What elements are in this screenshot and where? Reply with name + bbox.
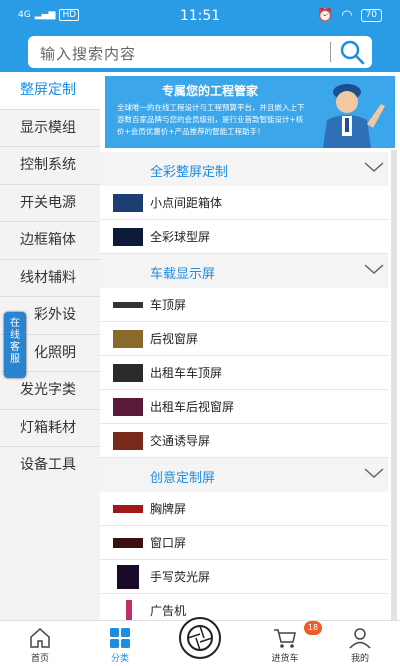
item-label: 窗口屏 [150,536,187,550]
tab-label: 首页 [30,654,49,664]
tab-category[interactable]: 分类 [90,621,150,666]
product-thumbnail [113,432,143,450]
chevron-down-icon[interactable] [364,466,384,480]
camera-scan-icon[interactable] [170,616,230,660]
scrollbar[interactable] [391,150,397,620]
app-root: 4G ▂▄▆ HD 11:51 ⏰ ◠ 70 输入搜索内容 整屏定制 显示模组 … [0,0,400,666]
section-title: 车载显示屏 [150,267,216,282]
product-thumbnail [113,538,143,548]
search-input[interactable]: 输入搜索内容 [28,36,372,68]
category-grid-icon [110,628,130,648]
sidebar-item-label: 边框箱体 [20,232,76,248]
alarm-icon: ⏰ [317,8,334,23]
product-thumbnail [113,302,143,308]
sidebar-item-label: 显示模组 [20,119,76,136]
sidebar-item-lightbox[interactable]: 灯箱耗材 [0,410,100,447]
item-label: 车顶屏 [150,298,187,312]
search-placeholder: 输入搜索内容 [40,45,137,63]
list-item[interactable]: 广告机 [100,594,388,620]
list-item[interactable]: 胸牌屏 [100,492,388,526]
sidebar-item-cables[interactable]: 线材辅料 [0,260,100,297]
section-header-vehicle[interactable]: 车载显示屏 [100,254,388,288]
list-item[interactable]: 小点间距箱体 [100,186,388,220]
product-thumbnail [113,398,143,416]
battery-indicator: 70 [360,9,382,22]
item-label: 手写荧光屏 [150,570,211,584]
product-thumbnail [113,330,143,348]
item-label: 出租车后视窗屏 [150,400,235,414]
home-icon [30,627,50,648]
cart-icon [274,629,296,648]
product-thumbnail [113,505,143,513]
sidebar-item-label: 发光字类 [20,382,76,398]
category-content: 专属您的工程管家 全球唯一的在线工程设计与工程预算平台，并且嵌入上下游数百家品牌… [100,72,400,620]
section-title: 全彩整屏定制 [150,165,229,180]
product-thumbnail [113,194,143,212]
status-bar: 4G ▂▄▆ HD 11:51 ⏰ ◠ 70 [0,0,400,32]
sidebar-item-label: 线材辅料 [20,269,76,286]
list-item[interactable]: 后视窗屏 [100,322,388,356]
sidebar-item-power-supply[interactable]: 开关电源 [0,185,100,222]
sidebar-item-label: 开关电源 [20,194,76,211]
list-item[interactable]: 窗口屏 [100,526,388,560]
section-header-full-color[interactable]: 全彩整屏定制 [100,152,388,186]
list-item[interactable]: 车顶屏 [100,288,388,322]
list-item[interactable]: 交通诱导屏 [100,424,388,458]
item-label: 出租车车顶屏 [150,366,223,380]
sidebar-item-label: 彩外设 [34,307,76,323]
engineer-illustration [323,84,385,148]
sidebar-item-frame-cabinet[interactable]: 边框箱体 [0,222,100,260]
wifi-icon: ◠ [341,8,353,23]
tab-home[interactable]: 首页 [10,621,70,666]
sidebar-item-label: 灯箱耗材 [20,419,76,436]
chevron-down-icon[interactable] [364,160,384,174]
sidebar-item-label: 设备工具 [20,457,76,473]
online-service-button[interactable]: 在线客服 [4,312,26,378]
tab-label: 进货车 [271,654,299,664]
cart-count-badge: 18 [304,621,322,635]
chevron-down-icon[interactable] [364,262,384,276]
search-icon[interactable] [339,39,365,65]
sidebar-item-display-module[interactable]: 显示模组 [0,110,100,147]
list-item[interactable]: 出租车后视窗屏 [100,390,388,424]
promo-banner[interactable]: 专属您的工程管家 全球唯一的在线工程设计与工程预算平台，并且嵌入上下游数百家品牌… [105,76,395,148]
banner-description: 全球唯一的在线工程设计与工程预算平台，并且嵌入上下游数百家品牌与您的会员级别，是… [117,103,305,136]
product-thumbnail [113,364,143,382]
list-item[interactable]: 全彩球型屏 [100,220,388,254]
search-divider [330,42,331,62]
sidebar-item-label: 整屏定制 [20,82,76,98]
item-label: 后视窗屏 [150,332,199,346]
user-icon [349,628,371,649]
tab-label: 我的 [350,654,369,664]
product-thumbnail [126,600,132,620]
item-label: 小点间距箱体 [150,196,223,210]
list-item[interactable]: 出租车车顶屏 [100,356,388,390]
sidebar-item-tools[interactable]: 设备工具 [0,447,100,485]
list-item[interactable]: 手写荧光屏 [100,560,388,594]
item-label: 胸牌屏 [150,502,187,516]
section-header-creative[interactable]: 创意定制屏 [100,458,388,492]
sidebar-item-label: 化照明 [34,344,76,361]
item-label: 交通诱导屏 [150,434,211,448]
search-bar: 输入搜索内容 [0,32,400,72]
product-thumbnail [117,565,139,589]
sidebar-item-control-system[interactable]: 控制系统 [0,147,100,185]
section-title: 创意定制屏 [150,471,216,486]
tab-mine[interactable]: 我的 [330,621,390,666]
product-thumbnail [113,228,143,246]
sidebar-item-label: 控制系统 [20,157,76,173]
sidebar-item-screen-custom[interactable]: 整屏定制 [0,72,100,110]
item-label: 全彩球型屏 [150,230,211,244]
banner-title: 专属您的工程管家 [161,84,258,98]
online-service-label: 在线客服 [10,318,20,365]
tab-label: 分类 [110,654,129,664]
